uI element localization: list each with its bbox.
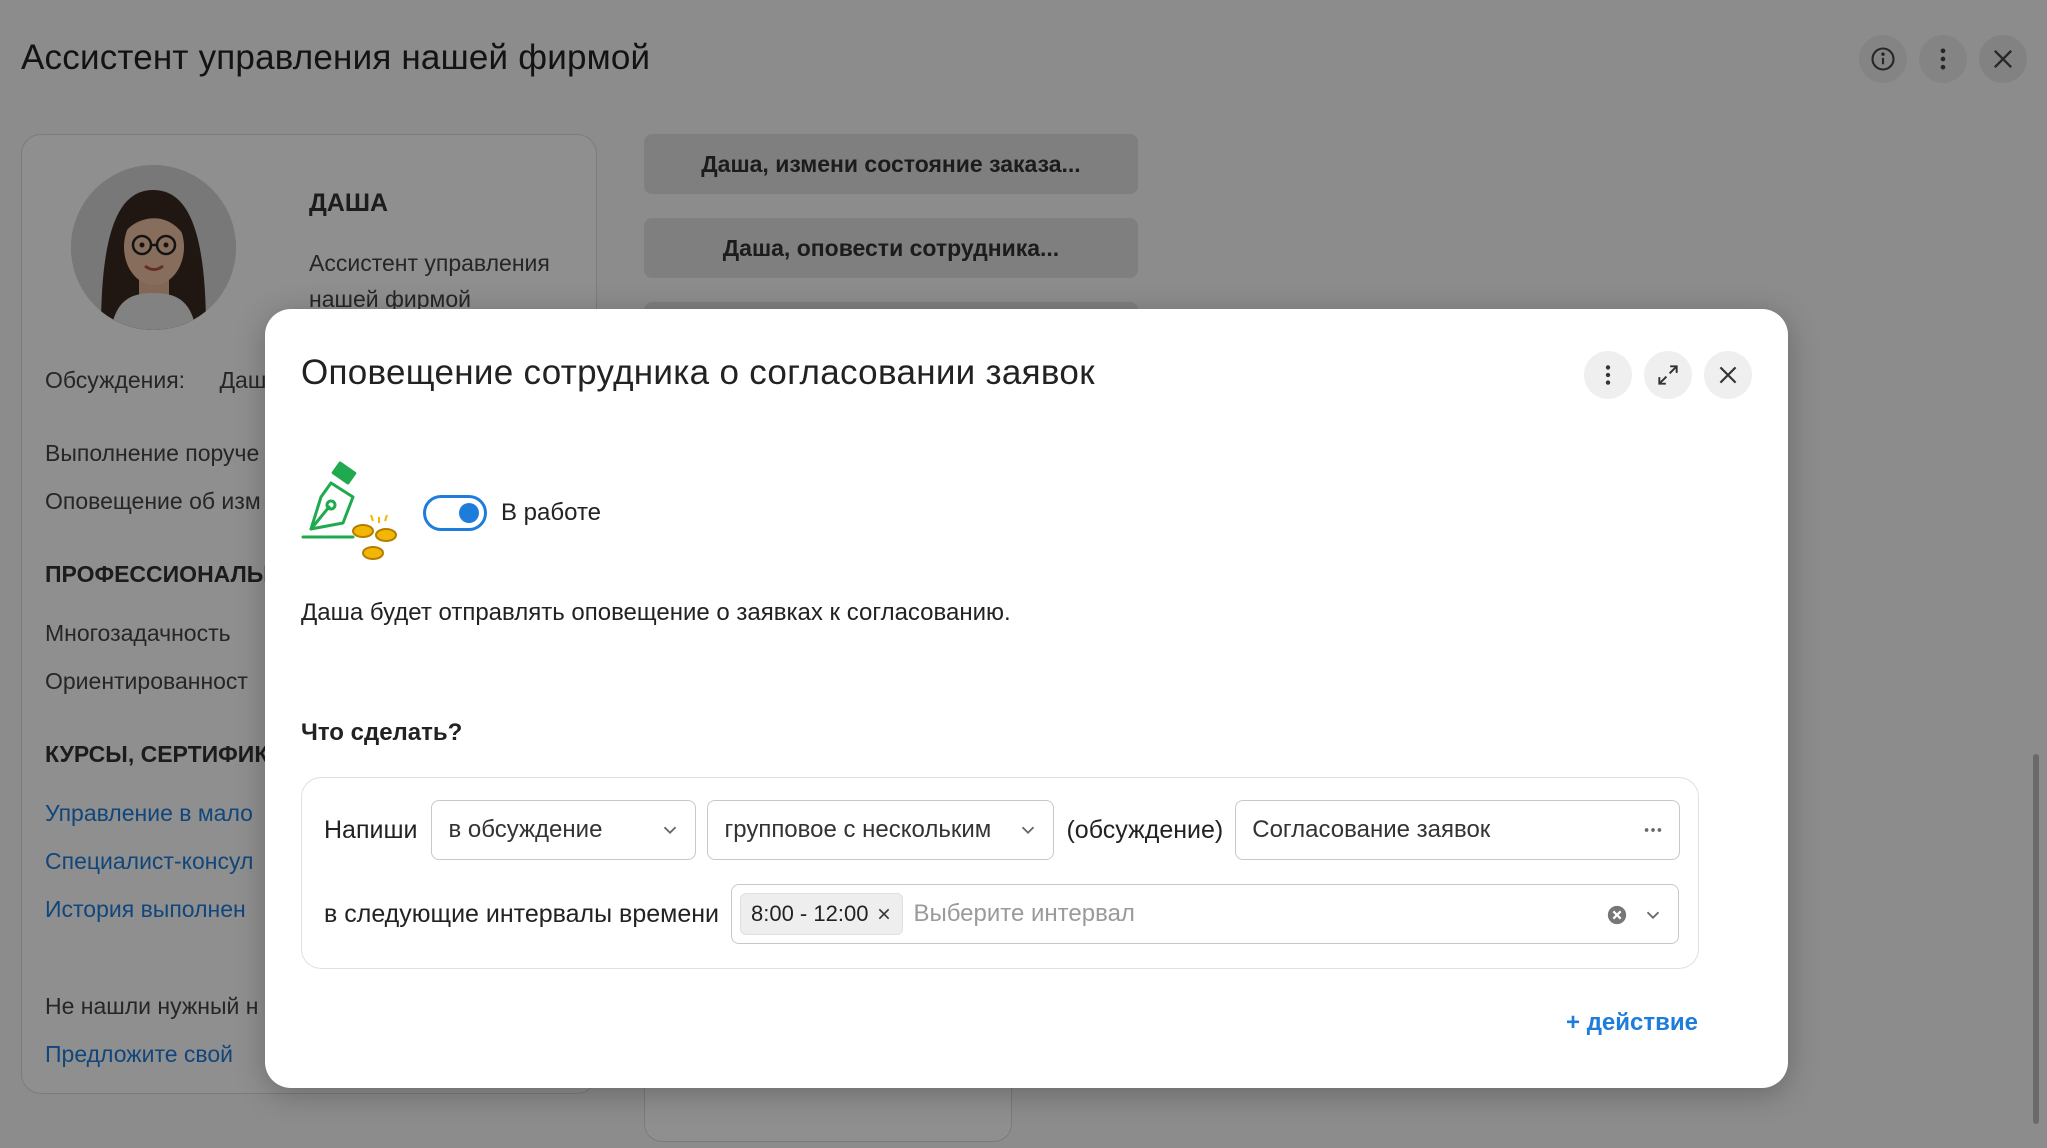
interval-tag: 8:00 - 12:00 bbox=[740, 893, 904, 935]
chevron-down-icon[interactable] bbox=[1642, 904, 1664, 926]
section-title: Что сделать? bbox=[301, 719, 463, 746]
verb-label: Напиши bbox=[324, 815, 418, 844]
clear-icon[interactable] bbox=[1606, 904, 1628, 926]
discussion-type-select[interactable]: групповое с нескольким bbox=[707, 800, 1055, 860]
discussion-type-value: групповое с нескольким bbox=[724, 816, 992, 843]
dialog-expand-button[interactable] bbox=[1644, 351, 1692, 399]
status-toggle-label: В работе bbox=[501, 499, 602, 526]
interval-placeholder: Выберите интервал bbox=[913, 900, 1135, 927]
discussion-label: (обсуждение) bbox=[1066, 815, 1224, 844]
more-vertical-icon bbox=[1605, 365, 1611, 385]
action-row-interval: в следующие интервалы времени 8:00 - 12:… bbox=[324, 884, 1679, 944]
dialog-title: Оповещение сотрудника о согласовании зая… bbox=[301, 353, 1095, 392]
dialog-description: Даша будет отправлять оповещение о заявк… bbox=[301, 599, 1011, 626]
chevron-down-icon bbox=[664, 826, 677, 835]
close-icon bbox=[1719, 366, 1737, 384]
dialog-more-button[interactable] bbox=[1584, 351, 1632, 399]
interval-label: в следующие интервалы времени bbox=[324, 899, 719, 928]
interval-tag-label: 8:00 - 12:00 bbox=[751, 901, 869, 926]
expand-icon bbox=[1658, 365, 1678, 385]
action-row-write: Напиши в обсуждение групповое с нескольк… bbox=[324, 800, 1681, 860]
action-block: Напиши в обсуждение групповое с нескольк… bbox=[301, 777, 1699, 969]
dialog-actions bbox=[1584, 351, 1752, 399]
status-toggle[interactable] bbox=[423, 495, 487, 531]
chevron-down-icon bbox=[1022, 826, 1035, 835]
interval-select[interactable]: 8:00 - 12:00 Выберите интервал bbox=[731, 884, 1679, 944]
discussion-field[interactable]: Согласование заявок bbox=[1235, 800, 1681, 860]
status-toggle-row: В работе bbox=[423, 495, 601, 531]
toggle-knob bbox=[459, 503, 479, 523]
pen-coins-icon bbox=[301, 461, 397, 560]
target-select-value: в обсуждение bbox=[448, 816, 603, 843]
target-select[interactable]: в обсуждение bbox=[431, 800, 697, 860]
more-horizontal-icon[interactable] bbox=[1641, 819, 1665, 841]
add-action-link[interactable]: + действие bbox=[1566, 1009, 1698, 1037]
remove-tag-icon[interactable] bbox=[876, 906, 892, 922]
notification-dialog: Оповещение сотрудника о согласовании зая… bbox=[265, 309, 1788, 1088]
discussion-field-value: Согласование заявок bbox=[1252, 816, 1491, 843]
dialog-close-button[interactable] bbox=[1704, 351, 1752, 399]
